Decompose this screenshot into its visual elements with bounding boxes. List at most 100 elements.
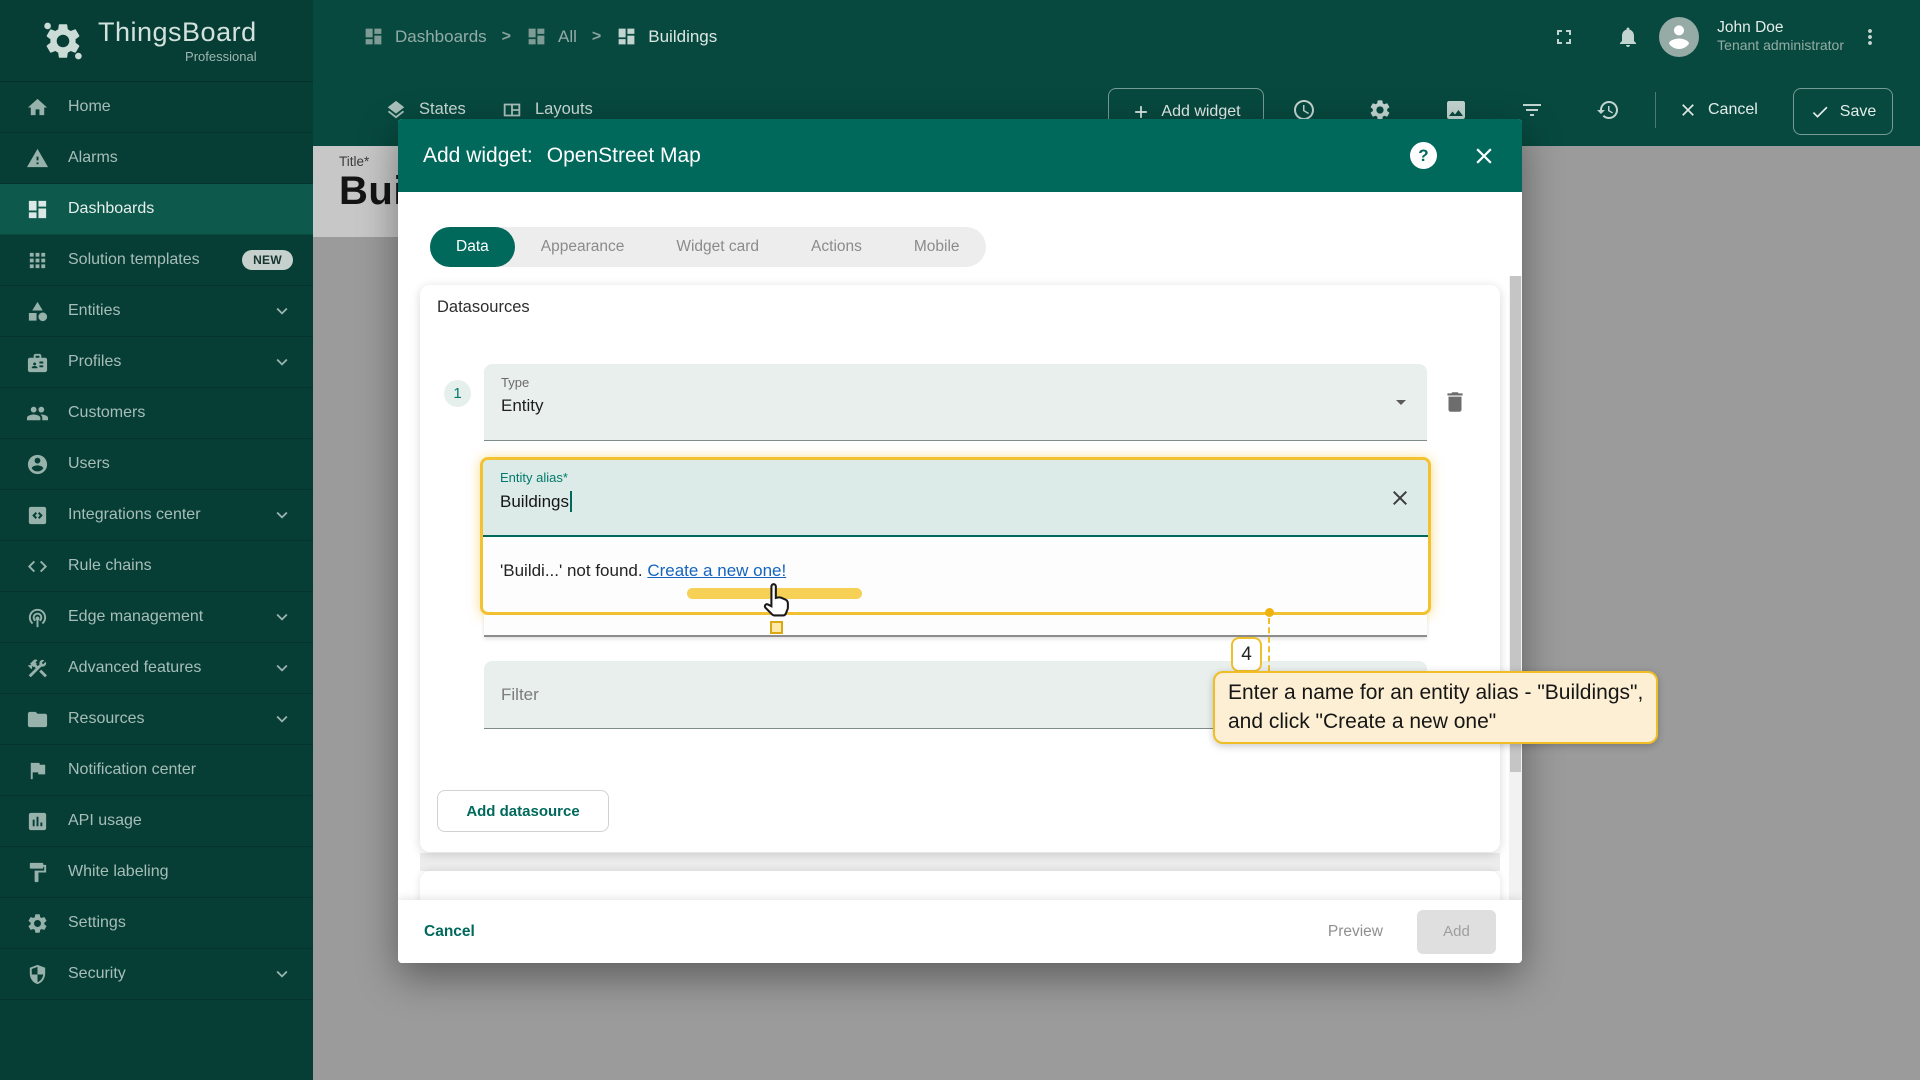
sidebar-item-integrations-center[interactable]: Integrations center — [0, 490, 313, 541]
shield-icon — [26, 963, 49, 986]
sidebar-item-notification-center[interactable]: Notification center — [0, 745, 313, 796]
edit-cancel-button[interactable]: Cancel — [1678, 73, 1758, 146]
delete-datasource-icon[interactable] — [1442, 389, 1468, 415]
chevron-down-icon — [271, 657, 293, 679]
sidebar-item-entities[interactable]: Entities — [0, 286, 313, 337]
filter-placeholder: Filter — [501, 685, 539, 704]
dialog-close-icon[interactable] — [1471, 143, 1497, 169]
type-label: Type — [501, 375, 530, 390]
entity-alias-value: Buildings — [500, 491, 569, 511]
version-history-icon[interactable] — [1596, 98, 1620, 122]
sidebar-item-settings[interactable]: Settings — [0, 898, 313, 949]
filter-icon[interactable] — [1520, 98, 1544, 122]
help-icon[interactable]: ? — [1410, 142, 1437, 169]
breadcrumb-item-buildings[interactable]: Buildings — [616, 26, 717, 47]
filter-field[interactable]: Filter — [484, 661, 1427, 729]
sidebar-item-profiles[interactable]: Profiles — [0, 337, 313, 388]
create-new-one-link[interactable]: Create a new one! — [647, 561, 786, 580]
dialog-body: Data Appearance Widget card Actions Mobile D… — [398, 192, 1522, 900]
notifications-bell-icon[interactable] — [1616, 25, 1640, 49]
sidebar-item-users[interactable]: Users — [0, 439, 313, 490]
sidebar-item-resources[interactable]: Resources — [0, 694, 313, 745]
fullscreen-icon[interactable] — [1552, 25, 1576, 49]
app-logo[interactable]: ThingsBoard Professional — [0, 0, 313, 82]
sidebar-item-label: Notification center — [68, 761, 197, 778]
warning-icon — [26, 147, 49, 170]
text-cursor — [570, 491, 572, 512]
sidebar-item-label: Integrations center — [68, 506, 201, 523]
sidebar-item-security[interactable]: Security — [0, 949, 313, 1000]
apps-icon — [26, 249, 49, 272]
sidebar-item-home[interactable]: Home — [0, 82, 313, 133]
save-button[interactable]: Save — [1793, 88, 1893, 135]
toolbar-divider — [1655, 92, 1656, 128]
dashboard-icon — [616, 26, 637, 47]
top-header: Dashboards > All > Buildings John Doe Tenant… — [313, 0, 1920, 73]
tour-link-marker — [687, 588, 862, 599]
chevron-down-icon — [271, 963, 293, 985]
datasources-card: Datasources 1 Type Entity Entity alias* … — [420, 285, 1500, 852]
paint-icon — [26, 861, 49, 884]
tab-appearance[interactable]: Appearance — [515, 227, 651, 267]
sidebar-item-white-labeling[interactable]: White labeling — [0, 847, 313, 898]
sidebar-item-label: Customers — [68, 404, 146, 421]
close-icon — [1678, 100, 1698, 120]
dialog-cancel-button[interactable]: Cancel — [424, 923, 475, 941]
type-value: Entity — [501, 396, 544, 415]
group-icon — [26, 402, 49, 425]
scrollbar-thumb[interactable] — [1510, 276, 1521, 772]
sidebar-item-edge-management[interactable]: Edge management — [0, 592, 313, 643]
chevron-down-icon — [271, 504, 293, 526]
tab-mobile[interactable]: Mobile — [888, 227, 986, 267]
datasource-type-select[interactable]: Type Entity — [484, 364, 1427, 441]
add-widget-dialog: Add widget: OpenStreet Map ? Data Appeara… — [398, 119, 1522, 963]
construction-icon — [26, 657, 49, 680]
sidebar-item-label: Solution templates — [68, 251, 200, 268]
layers-icon — [385, 99, 407, 121]
sidebar-item-label: Home — [68, 98, 111, 115]
dialog-tabs: Data Appearance Widget card Actions Mobile — [430, 227, 986, 267]
breadcrumb-item-dashboards[interactable]: Dashboards — [363, 26, 487, 47]
dialog-widget-name: OpenStreet Map — [546, 143, 701, 167]
folder-icon — [26, 708, 49, 731]
not-found-text: 'Buildi...' not found. — [500, 561, 648, 580]
sidebar-item-label: Security — [68, 965, 126, 982]
sidebar-item-rule-chains[interactable]: Rule chains — [0, 541, 313, 592]
sidebar-item-advanced-features[interactable]: Advanced features — [0, 643, 313, 694]
sidebar-item-alarms[interactable]: Alarms — [0, 133, 313, 184]
sidebar-item-solution-templates[interactable]: Solution templates NEW — [0, 235, 313, 286]
sidebar-item-dashboards[interactable]: Dashboards — [0, 184, 313, 235]
states-label: States — [419, 100, 466, 118]
tab-widget-card[interactable]: Widget card — [650, 227, 785, 267]
entity-alias-input[interactable]: Entity alias* Buildings — [483, 460, 1428, 537]
sidebar-item-label: API usage — [68, 812, 142, 829]
flag-icon — [26, 759, 49, 782]
chevron-down-icon — [1389, 390, 1413, 414]
tab-actions[interactable]: Actions — [785, 227, 888, 267]
preview-button[interactable]: Preview — [1328, 923, 1383, 941]
dashboard-icon — [26, 198, 49, 221]
breadcrumb-item-all[interactable]: All — [526, 26, 577, 47]
layout-icon — [501, 99, 523, 121]
avatar[interactable] — [1659, 16, 1700, 57]
layouts-label: Layouts — [535, 100, 593, 118]
sidebar-item-label: Entities — [68, 302, 121, 319]
thingsboard-logo-icon — [42, 20, 84, 62]
datasources-heading: Datasources — [437, 298, 530, 316]
add-datasource-button[interactable]: Add datasource — [437, 790, 609, 832]
tether-icon — [26, 606, 49, 629]
dialog-add-button[interactable]: Add — [1417, 909, 1496, 954]
autocomplete-panel-edge — [484, 615, 1427, 637]
more-vert-icon[interactable] — [1858, 25, 1882, 49]
tab-data[interactable]: Data — [430, 227, 515, 267]
sidebar-nav: Home Alarms Dashboards Solution templates NE… — [0, 82, 313, 1000]
dialog-scrollbar — [1509, 276, 1522, 900]
breadcrumb: Dashboards > All > Buildings — [363, 0, 717, 73]
app-edition: Professional — [185, 49, 257, 64]
sidebar-item-customers[interactable]: Customers — [0, 388, 313, 439]
clear-input-icon[interactable] — [1388, 486, 1412, 510]
breadcrumb-separator: > — [591, 27, 602, 45]
home-icon — [26, 96, 49, 119]
user-role: Tenant administrator — [1717, 37, 1844, 54]
sidebar-item-api-usage[interactable]: API usage — [0, 796, 313, 847]
